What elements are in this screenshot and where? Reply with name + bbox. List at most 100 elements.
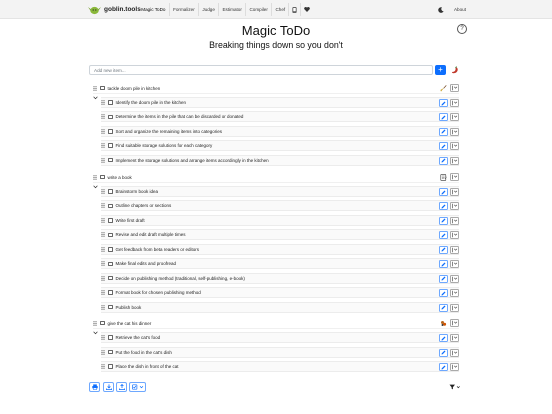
nav-link-about[interactable]: About <box>454 7 466 12</box>
edit-button[interactable] <box>439 127 448 136</box>
collapse-chevron-icon[interactable] <box>93 185 98 189</box>
subtask-label[interactable]: Make final edits and proofread <box>116 261 177 266</box>
edit-button[interactable] <box>439 334 448 342</box>
subtask-label[interactable]: Retrieve the cat's food <box>116 335 161 340</box>
row-menu-button[interactable] <box>450 202 459 211</box>
task-emoji-button[interactable] <box>439 173 448 181</box>
row-menu-button[interactable] <box>450 127 459 136</box>
drag-handle-icon[interactable] <box>101 143 105 148</box>
task-checkbox[interactable] <box>108 157 113 163</box>
task-checkbox[interactable] <box>108 261 113 266</box>
task-checkbox[interactable] <box>108 100 113 105</box>
moon-icon[interactable] <box>435 3 448 16</box>
row-menu-button[interactable] <box>450 113 459 122</box>
nav-link-formalizer[interactable]: Formalizer <box>168 3 198 16</box>
subtask-label[interactable]: Decide on publishing method (traditional… <box>116 276 245 281</box>
task-checkbox[interactable] <box>108 143 113 148</box>
row-menu-button[interactable] <box>450 363 459 371</box>
row-menu-button[interactable] <box>450 274 459 283</box>
row-menu-button[interactable] <box>450 188 459 196</box>
subtask-label[interactable]: Publish book <box>116 305 142 310</box>
task-checkbox[interactable] <box>108 247 113 252</box>
nav-link-chef[interactable]: Chef <box>271 3 288 16</box>
edit-button[interactable] <box>439 245 448 254</box>
row-menu-button[interactable] <box>450 260 459 269</box>
task-label[interactable]: give the cat his dinner <box>108 321 152 326</box>
subtask-label[interactable]: Find suitable storage solutions for each… <box>116 143 213 148</box>
subtask-label[interactable]: Get feedback from beta readers or editor… <box>116 247 200 252</box>
drag-handle-icon[interactable] <box>101 349 105 355</box>
drag-handle-icon[interactable] <box>101 157 105 163</box>
row-menu-button[interactable] <box>450 245 459 254</box>
subtask-label[interactable]: Revise and edit draft multiple times <box>116 232 186 237</box>
subtask-label[interactable]: Write first draft <box>116 218 145 223</box>
subtask-label[interactable]: Sort and organize the remaining items in… <box>116 129 223 134</box>
new-item-input[interactable]: Add new item... <box>89 65 433 75</box>
subtask-label[interactable]: Place the dish in front of the cat <box>116 364 179 369</box>
edit-button[interactable] <box>439 216 448 225</box>
drag-handle-icon[interactable] <box>101 261 105 266</box>
brand-link[interactable]: goblin.tools <box>88 3 141 16</box>
nav-link-compiler[interactable]: Compiler <box>245 3 271 16</box>
task-checkbox[interactable] <box>108 232 113 238</box>
collapse-chevron-icon[interactable] <box>93 96 98 100</box>
subtask-label[interactable]: Brainstorm book idea <box>116 189 159 194</box>
row-menu-button[interactable] <box>450 334 459 342</box>
add-item-button[interactable]: + <box>435 65 446 75</box>
row-menu-button[interactable] <box>450 348 459 357</box>
task-checkbox[interactable] <box>108 275 113 281</box>
filter-dropdown[interactable] <box>449 383 460 391</box>
task-checkbox[interactable] <box>108 349 113 355</box>
nav-link-estimator[interactable]: Estimator <box>218 3 245 16</box>
task-checkbox[interactable] <box>108 114 113 120</box>
row-menu-button[interactable] <box>450 156 459 165</box>
row-menu-button[interactable] <box>450 173 459 181</box>
drag-handle-icon[interactable] <box>101 304 105 310</box>
drag-handle-icon[interactable] <box>101 189 105 194</box>
edit-button[interactable] <box>439 303 448 312</box>
task-checkbox[interactable] <box>108 129 113 134</box>
drag-handle-icon[interactable] <box>101 290 105 295</box>
subtask-label[interactable]: Identify the doom pile in the kitchen <box>116 100 187 105</box>
edit-button[interactable] <box>439 113 448 122</box>
drag-handle-icon[interactable] <box>101 364 105 369</box>
row-menu-button[interactable] <box>450 289 459 298</box>
task-checkbox[interactable] <box>108 364 113 369</box>
task-checkbox[interactable] <box>108 218 113 223</box>
task-label[interactable]: tackle doom pile in kitchen <box>108 86 161 91</box>
task-checkbox[interactable] <box>108 290 113 295</box>
row-menu-button[interactable] <box>450 84 459 92</box>
subtask-label[interactable]: Put the food in the cat's dish <box>116 350 172 355</box>
subtask-label[interactable]: Implement the storage solutions and arra… <box>116 158 269 163</box>
drag-handle-icon[interactable] <box>101 114 105 120</box>
task-checkbox[interactable] <box>108 304 113 310</box>
drag-handle-icon[interactable] <box>101 203 105 209</box>
print-button[interactable] <box>89 382 100 392</box>
task-emoji-button[interactable] <box>439 319 448 327</box>
row-menu-button[interactable] <box>450 303 459 312</box>
edit-button[interactable] <box>439 260 448 269</box>
task-label[interactable]: write a book <box>108 175 132 180</box>
drag-handle-icon[interactable] <box>93 85 97 91</box>
edit-button[interactable] <box>439 274 448 283</box>
edit-button[interactable] <box>439 99 448 107</box>
task-checkbox[interactable] <box>108 189 113 194</box>
drag-handle-icon[interactable] <box>101 275 105 281</box>
drag-handle-icon[interactable] <box>93 320 97 326</box>
edit-button[interactable] <box>439 142 448 151</box>
bulk-actions-dropdown[interactable] <box>129 382 146 392</box>
drag-handle-icon[interactable] <box>101 129 105 134</box>
mobile-icon[interactable] <box>288 3 300 16</box>
download-button[interactable] <box>103 382 114 392</box>
task-checkbox[interactable] <box>100 85 105 91</box>
edit-button[interactable] <box>439 363 448 371</box>
row-menu-button[interactable] <box>450 99 459 107</box>
subtask-label[interactable]: Format book for chosen publishing method <box>116 290 201 295</box>
spiciness-chili-icon[interactable] <box>449 65 461 75</box>
row-menu-button[interactable] <box>450 142 459 151</box>
drag-handle-icon[interactable] <box>101 232 105 238</box>
heart-icon[interactable] <box>300 3 312 16</box>
edit-button[interactable] <box>439 202 448 211</box>
row-menu-button[interactable] <box>450 216 459 225</box>
edit-button[interactable] <box>439 156 448 165</box>
